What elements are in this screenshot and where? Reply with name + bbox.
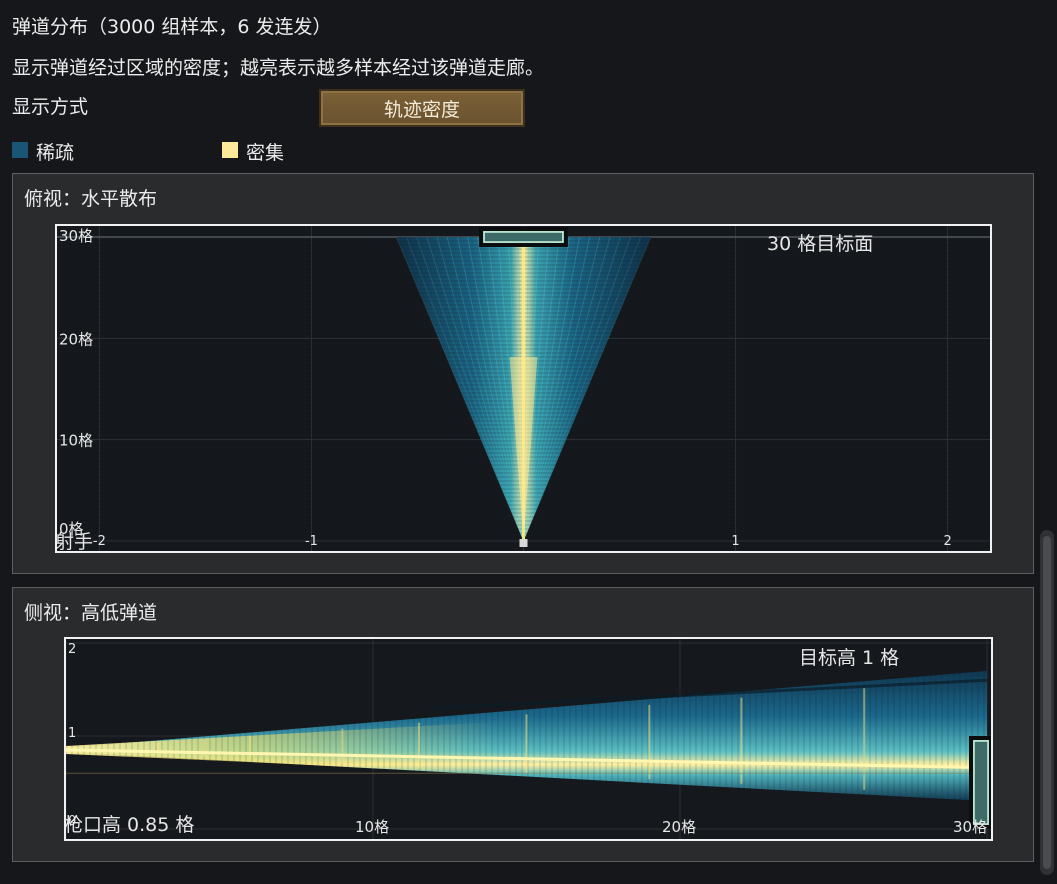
side-view-panel: 侧视：高低弹道 2 1 0 10格 20格 30格 枪口高 0.85 格目标高 1 格 [12,587,1034,862]
side-target-label: 目标高 1 格 [799,647,899,669]
page-description: 显示弹道经过区域的密度；越亮表示越多样本经过该弹道走廊。 [12,57,545,79]
top-ytick-20: 20格 [59,330,93,348]
side-ytick-2: 2 [68,642,76,657]
side-view-plot: 2 1 0 10格 20格 30格 枪口高 0.85 格目标高 1 格 [64,637,993,841]
top-ytick-30: 30格 [59,227,93,245]
top-view-title: 俯视：水平散布 [24,188,158,210]
side-xtick-10: 10格 [355,818,389,836]
side-xtick-30: 30格 [953,818,987,836]
top-xtick-2: 2 [943,534,951,549]
side-view-title: 侧视：高低弹道 [24,602,158,624]
display-mode-button[interactable]: 轨迹密度 [319,89,525,127]
scrollbar-thumb[interactable] [1043,536,1051,869]
top-shooter-marker [519,539,528,547]
side-near-glow [66,722,496,774]
top-view-plot: 30格 20格 10格 0格 -2 -1 1 2 射手 30 格目标面 [55,224,992,553]
side-view-svg: 210 10格 20格 30格枪口高 0.85 格目标高 1 格 [66,639,991,839]
top-view-panel: 俯视：水平散布 30格 20格 10格 0格 -2 -1 1 2 射手 30 格目标面 [12,173,1034,574]
side-xtick-20: 20格 [662,818,696,836]
side-muzzle-label: 枪口高 0.85 格 [66,814,194,836]
legend-dense-swatch [222,142,238,158]
side-target-box [973,740,989,825]
vertical-scrollbar[interactable] [1040,530,1054,875]
legend-sparse-swatch [12,142,28,158]
page-title: 弹道分布（3000 组样本，6 发连发） [12,16,332,38]
legend-sparse-label: 稀疏 [36,142,75,164]
top-xtick-1: 1 [731,534,739,549]
legend-sparse: 稀疏 [12,138,74,165]
top-xtick-neg1: -1 [305,534,318,549]
top-target-label: 30 格目标面 [767,233,873,255]
legend-dense-label: 密集 [246,142,285,164]
display-mode-label: 显示方式 [12,96,89,118]
legend-dense: 密集 [222,138,284,165]
top-ytick-10: 10格 [59,432,93,450]
top-xtick-neg2: -2 [93,534,106,549]
top-view-svg: 30格20格10格0格-2 -1 1 2射手30 格目标面 [57,226,990,551]
top-target-box [483,231,564,243]
side-ytick-1: 1 [68,726,76,741]
top-shooter-label: 射手 [57,531,93,551]
